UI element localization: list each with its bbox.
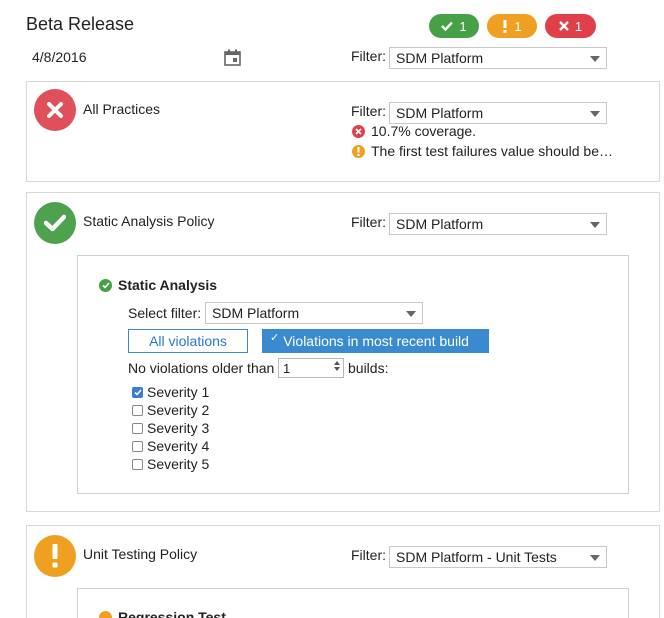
x-icon xyxy=(559,21,569,31)
section-title: Static Analysis xyxy=(99,277,217,293)
check-icon xyxy=(441,21,454,31)
checkmark-icon: ✓ xyxy=(270,331,280,344)
all-practices-filter-select[interactable]: SDM Platform xyxy=(389,102,607,124)
pass-count: 1 xyxy=(459,18,467,34)
panel-all-practices xyxy=(26,81,660,182)
chevron-down-icon xyxy=(590,555,600,561)
severity-checkbox[interactable] xyxy=(132,458,143,470)
x-circle-icon xyxy=(352,124,365,138)
select-filter-label: Select filter: xyxy=(128,305,202,321)
section-title-text: Regression Test xyxy=(118,609,226,618)
filter-label: Filter: xyxy=(351,547,386,563)
static-analysis-filter-select[interactable]: SDM Platform xyxy=(389,213,607,235)
section-title-text: Static Analysis xyxy=(118,277,218,293)
severity-label: Severity 3 xyxy=(147,420,210,436)
severity-option[interactable]: Severity 4 xyxy=(132,438,209,454)
check-circle-icon xyxy=(99,278,112,292)
panel-title: Unit Testing Policy xyxy=(83,546,198,562)
warning-status-icon xyxy=(34,535,76,577)
builds-label: builds: xyxy=(348,360,389,376)
warning-circle-icon xyxy=(99,610,112,618)
fail-count: 1 xyxy=(574,18,583,34)
filter-value: SDM Platform xyxy=(396,105,484,121)
warning-count-badge[interactable]: 1 xyxy=(487,14,537,38)
panel-title: All Practices xyxy=(83,101,161,117)
filter-value: SDM Platform - Unit Tests xyxy=(396,549,557,565)
status-badges: 1 1 1 xyxy=(429,14,596,38)
global-filter-value: SDM Platform xyxy=(396,50,484,66)
recent-violations-button[interactable]: ✓ Violations in most recent build xyxy=(262,329,489,353)
static-analysis-select-filter[interactable]: SDM Platform xyxy=(205,302,423,324)
severity-option[interactable]: Severity 1 xyxy=(132,384,209,400)
severity-option[interactable]: Severity 3 xyxy=(132,420,209,436)
pass-count-badge[interactable]: 1 xyxy=(429,14,479,38)
severity-checkbox[interactable] xyxy=(132,422,143,434)
unit-testing-filter-select[interactable]: SDM Platform - Unit Tests xyxy=(389,546,607,568)
severity-label: Severity 2 xyxy=(147,402,210,418)
global-filter-select[interactable]: SDM Platform xyxy=(389,47,607,69)
warning-message: The first test failures value should be… xyxy=(352,143,613,159)
severity-checkbox[interactable] xyxy=(132,440,143,452)
section-title: Regression Test xyxy=(99,609,226,618)
filter-label: Filter: xyxy=(351,214,386,230)
filter-value: SDM Platform xyxy=(396,216,484,232)
release-date: 4/8/2016 xyxy=(32,49,87,65)
recent-violations-label: Violations in most recent build xyxy=(283,333,469,349)
builds-value: 1 xyxy=(283,361,291,376)
builds-stepper[interactable]: 1 xyxy=(278,358,344,378)
chevron-down-icon xyxy=(406,311,416,317)
chevron-down-icon xyxy=(590,111,600,117)
filter-label: Filter: xyxy=(351,103,386,119)
calendar-icon[interactable] xyxy=(224,49,241,66)
pass-status-icon xyxy=(34,202,76,244)
panel-title: Static Analysis Policy xyxy=(83,213,215,229)
all-violations-button[interactable]: All violations xyxy=(128,329,248,353)
coverage-message: 10.7% coverage. xyxy=(352,123,476,139)
warning-count: 1 xyxy=(514,18,522,34)
filter-label: Filter: xyxy=(351,48,386,64)
message-text: The first test failures value should be… xyxy=(371,143,614,159)
stepper-arrows-icon[interactable] xyxy=(334,361,340,371)
select-filter-value: SDM Platform xyxy=(212,305,300,321)
page-title: Beta Release xyxy=(26,14,135,34)
severity-label: Severity 1 xyxy=(147,384,210,400)
message-text: 10.7% coverage. xyxy=(371,123,477,139)
fail-status-icon xyxy=(34,89,76,131)
severity-label: Severity 4 xyxy=(147,438,210,454)
chevron-down-icon xyxy=(590,56,600,62)
severity-checkbox[interactable] xyxy=(132,404,143,416)
severity-checkbox[interactable] xyxy=(132,386,143,398)
chevron-down-icon xyxy=(590,222,600,228)
severity-option[interactable]: Severity 2 xyxy=(132,402,209,418)
older-than-label: No violations older than xyxy=(128,360,275,376)
fail-count-badge[interactable]: 1 xyxy=(545,14,596,38)
warning-circle-icon xyxy=(352,144,365,158)
exclamation-icon xyxy=(503,19,507,33)
severity-option[interactable]: Severity 5 xyxy=(132,456,209,472)
severity-label: Severity 5 xyxy=(147,456,210,472)
